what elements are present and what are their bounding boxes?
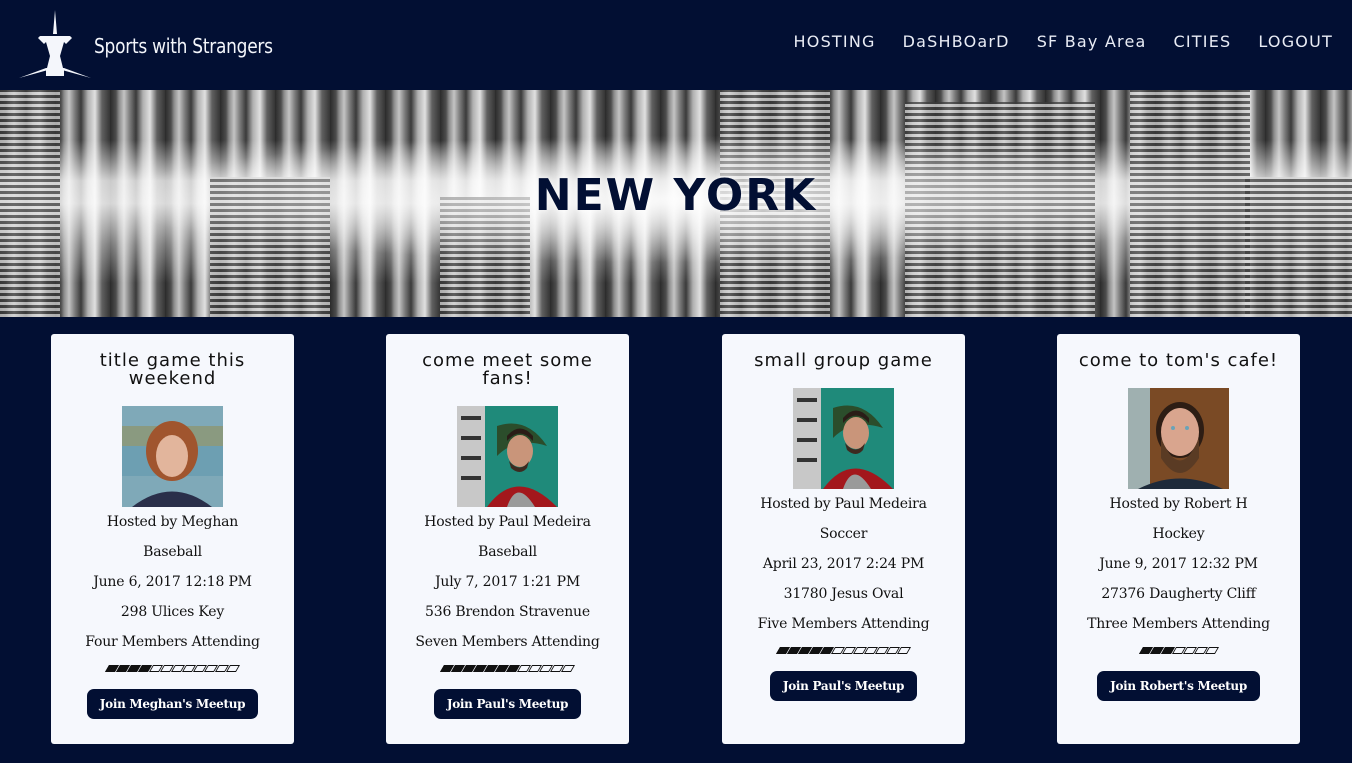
join-meetup-button[interactable]: Join Paul's Meetup	[769, 671, 918, 701]
join-meetup-button[interactable]: Join Robert's Meetup	[1097, 671, 1260, 701]
attendance-progress	[1057, 647, 1300, 657]
attendance-text: Five Members Attending	[757, 616, 930, 632]
nav-cities[interactable]: CITIES	[1174, 32, 1232, 51]
meetup-list: Title Game This Weekend Hosted by Meghan…	[0, 317, 1352, 763]
city-title: NEW YORK	[534, 170, 818, 221]
meetup-address: 27376 Daugherty Cliff	[1101, 586, 1256, 602]
meetup-card: Come to Tom's Cafe! Hosted by Robert H H…	[1057, 334, 1300, 744]
brand-name: Sports with Strangers	[94, 34, 273, 58]
meetup-datetime: April 23, 2017 2:24 PM	[762, 556, 925, 572]
meetup-address: 536 Brendon Stravenue	[425, 604, 590, 620]
meetup-card: Title Game This Weekend Hosted by Meghan…	[51, 334, 294, 744]
nav-dashboard[interactable]: DaSHBOarD	[903, 32, 1010, 51]
meetup-card: Small Group Game Hosted by Paul Medeira …	[722, 334, 965, 744]
attendance-text: Three Members Attending	[1087, 616, 1270, 632]
meetup-title: Come to Tom's Cafe!	[1078, 350, 1279, 371]
meetup-datetime: June 9, 2017 12:32 PM	[1099, 556, 1258, 572]
meetup-address: 31780 Jesus Oval	[783, 586, 904, 602]
host-avatar-man-beard	[1128, 388, 1229, 489]
nav-sf-bay-area[interactable]: SF Bay Area	[1037, 32, 1147, 51]
meetup-title: Come Meet Some Fans!	[422, 350, 593, 389]
sport: Soccer	[819, 526, 868, 542]
meetup-title: Title Game This Weekend	[99, 350, 246, 389]
brand-logo-link[interactable]: Sports with Strangers	[18, 8, 304, 82]
sport: Baseball	[478, 544, 537, 560]
meetup-datetime: June 6, 2017 12:18 PM	[93, 574, 252, 590]
main-nav: HOSTING DaSHBOarD SF Bay Area CITIES LOG…	[767, 32, 1333, 51]
host-name: Hosted by Meghan	[106, 514, 239, 530]
host-name: Hosted by Robert H	[1109, 496, 1248, 512]
host-avatar-man-glasses-graffiti	[793, 388, 894, 489]
progress-segment-empty	[225, 665, 241, 672]
meetup-card: Come Meet Some Fans! Hosted by Paul Mede…	[386, 334, 629, 744]
meetup-datetime: July 7, 2017 1:21 PM	[435, 574, 580, 590]
attendance-text: Four Members Attending	[85, 634, 260, 650]
attendance-progress	[386, 665, 629, 675]
trophy-logo-icon	[19, 10, 91, 78]
sport: Hockey	[1152, 526, 1205, 542]
sport: Baseball	[143, 544, 202, 560]
attendance-text: Seven Members Attending	[415, 634, 600, 650]
host-name: Hosted by Paul Medeira	[760, 496, 927, 512]
attendance-progress	[722, 647, 965, 657]
progress-segment-empty	[896, 647, 912, 654]
join-meetup-button[interactable]: Join Paul's Meetup	[433, 689, 582, 719]
nav-hosting[interactable]: HOSTING	[794, 32, 876, 51]
host-name: Hosted by Paul Medeira	[424, 514, 591, 530]
nav-logout[interactable]: LOGOUT	[1258, 32, 1333, 51]
top-nav-bar: Sports with Strangers HOSTING DaSHBOarD …	[0, 0, 1352, 90]
meetup-title: Small Group Game	[754, 350, 933, 371]
meetup-address: 298 Ulices Key	[120, 604, 225, 620]
host-avatar-woman-red-hair	[122, 406, 223, 507]
host-avatar-man-glasses-graffiti	[457, 406, 558, 507]
attendance-progress	[51, 665, 294, 675]
city-banner: NEW YORK	[0, 90, 1352, 317]
progress-segment-empty	[560, 665, 576, 672]
join-meetup-button[interactable]: Join Meghan's Meetup	[86, 689, 259, 719]
